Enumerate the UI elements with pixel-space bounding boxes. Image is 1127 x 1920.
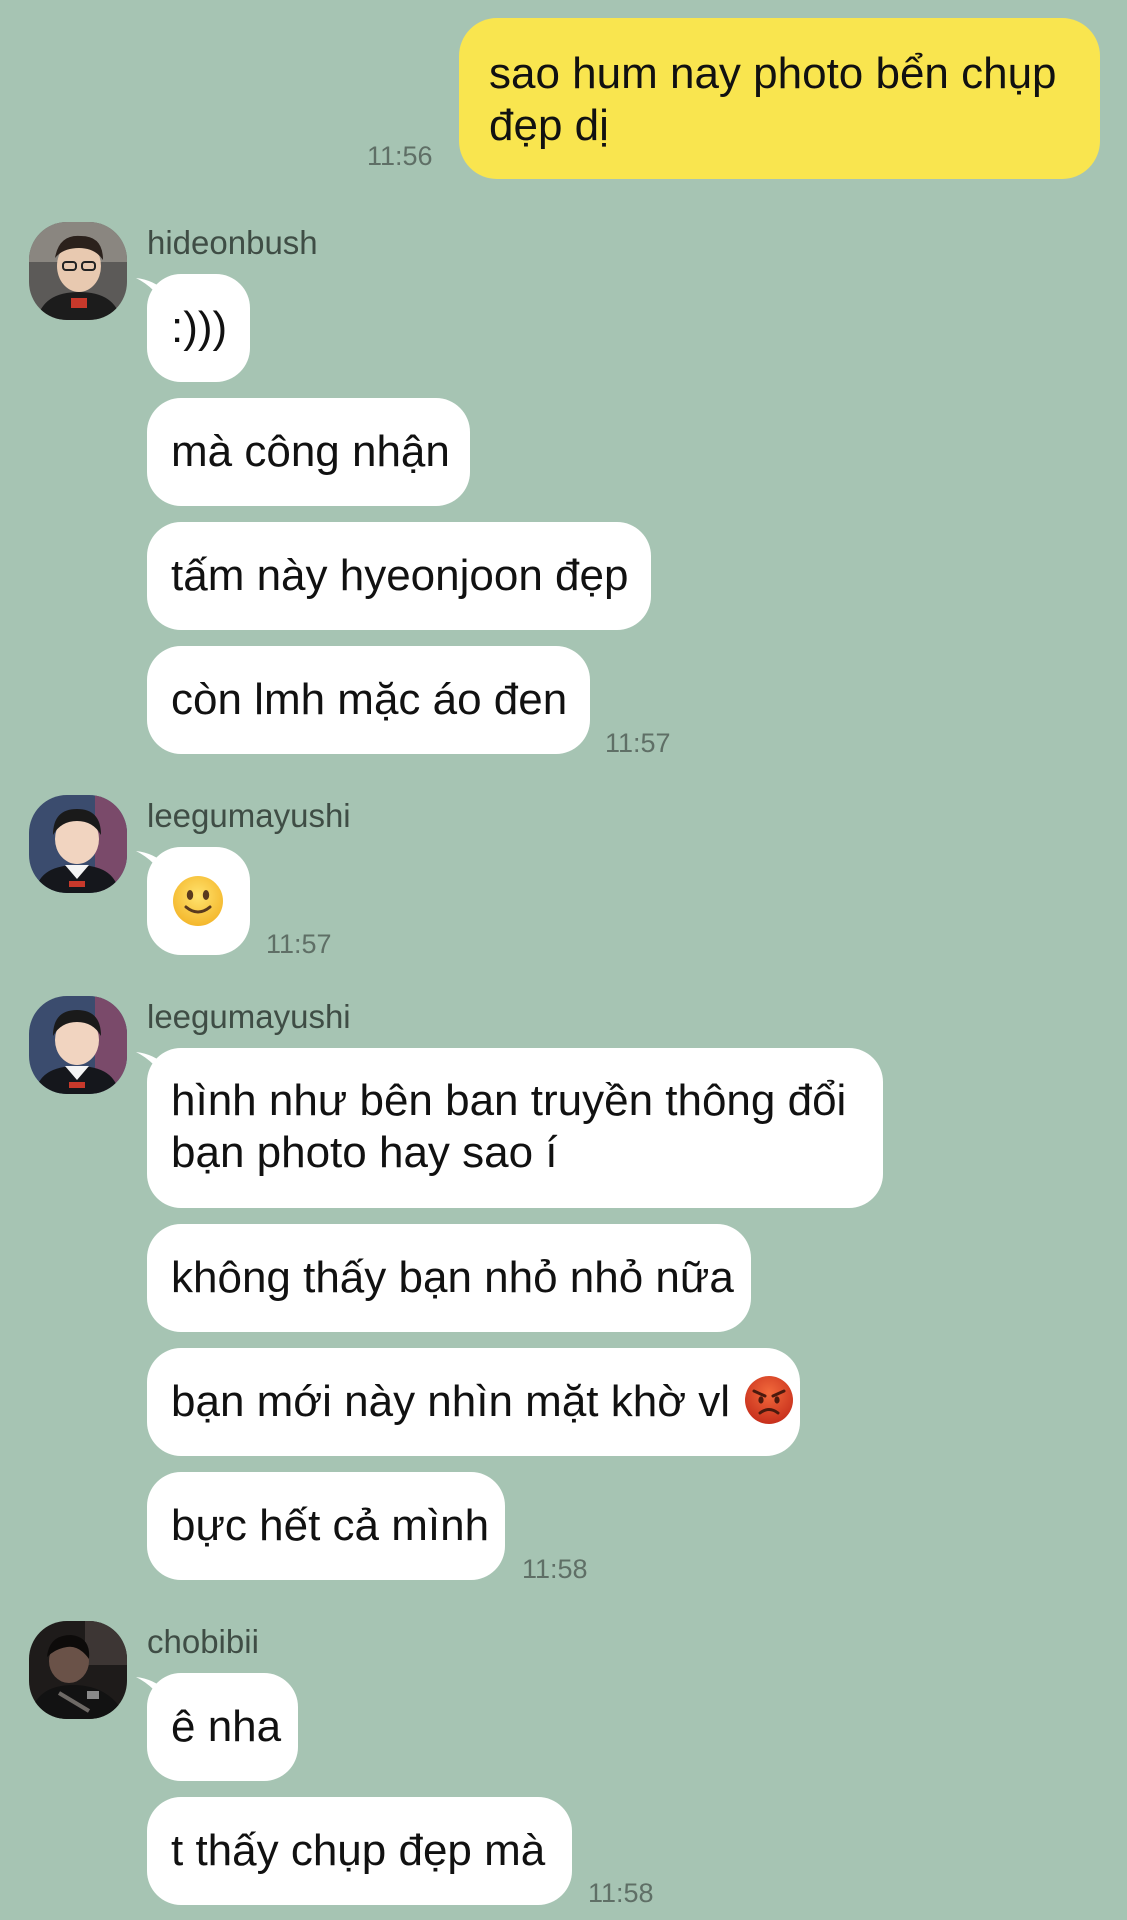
incoming-message[interactable]: :))): [147, 274, 250, 382]
message-text: mà công nhận: [171, 427, 450, 476]
message-text: ê nha: [171, 1702, 282, 1751]
message-text: t thấy chụp đẹp mà: [171, 1826, 546, 1875]
message-text-line: đẹp dị: [489, 101, 609, 150]
sender-name: leegumayushi: [147, 998, 351, 1035]
incoming-message[interactable]: còn lmh mặc áo đen: [147, 646, 590, 754]
message-text: còn lmh mặc áo đen: [171, 675, 568, 724]
sender-name: leegumayushi: [147, 797, 351, 834]
leegumayushi-avatar[interactable]: [29, 996, 127, 1094]
message-text: bực hết cả mình: [171, 1501, 490, 1550]
message-timestamp: 11:57: [266, 929, 332, 959]
angry-face-emoji: [745, 1376, 794, 1425]
message-timestamp: 11:58: [522, 1554, 588, 1584]
message-timestamp: 11:56: [367, 141, 433, 171]
incoming-message[interactable]: hình như bên ban truyền thông đổi bạn ph…: [147, 1048, 883, 1208]
message-text: không thấy bạn nhỏ nhỏ nữa: [171, 1253, 734, 1302]
message-timestamp: 11:57: [605, 728, 671, 758]
sender-name: chobibii: [147, 1623, 259, 1660]
message-text-line: bạn photo hay sao í: [171, 1128, 558, 1177]
message-text: tấm này hyeonjoon đẹp: [171, 551, 629, 600]
sender-name: hideonbush: [147, 224, 318, 261]
hideonbush-avatar[interactable]: [29, 222, 127, 320]
incoming-message[interactable]: bạn mới này nhìn mặt khờ vl: [147, 1348, 800, 1456]
chobibii-avatar[interactable]: [29, 1621, 127, 1719]
incoming-message[interactable]: tấm này hyeonjoon đẹp: [147, 522, 651, 630]
incoming-message[interactable]: bực hết cả mình: [147, 1472, 505, 1580]
leegumayushi-avatar[interactable]: [29, 795, 127, 893]
message-timestamp: 11:58: [588, 1878, 654, 1908]
incoming-message[interactable]: mà công nhận: [147, 398, 470, 506]
slightly-smiling-face-emoji: [173, 876, 223, 926]
message-text-line: hình như bên ban truyền thông đổi: [171, 1076, 847, 1125]
incoming-message[interactable]: t thấy chụp đẹp mà: [147, 1797, 572, 1905]
chat-thread[interactable]: sao hum nay photo bển chụp đẹp dị 11:56 …: [0, 0, 1127, 1920]
outgoing-message[interactable]: sao hum nay photo bển chụp đẹp dị: [459, 18, 1100, 179]
message-text: bạn mới này nhìn mặt khờ vl: [171, 1377, 731, 1426]
message-text-line: sao hum nay photo bển chụp: [489, 49, 1057, 98]
incoming-message[interactable]: ê nha: [147, 1673, 298, 1781]
incoming-message[interactable]: [147, 847, 250, 955]
incoming-message[interactable]: không thấy bạn nhỏ nhỏ nữa: [147, 1224, 751, 1332]
message-text: :))): [171, 303, 228, 352]
